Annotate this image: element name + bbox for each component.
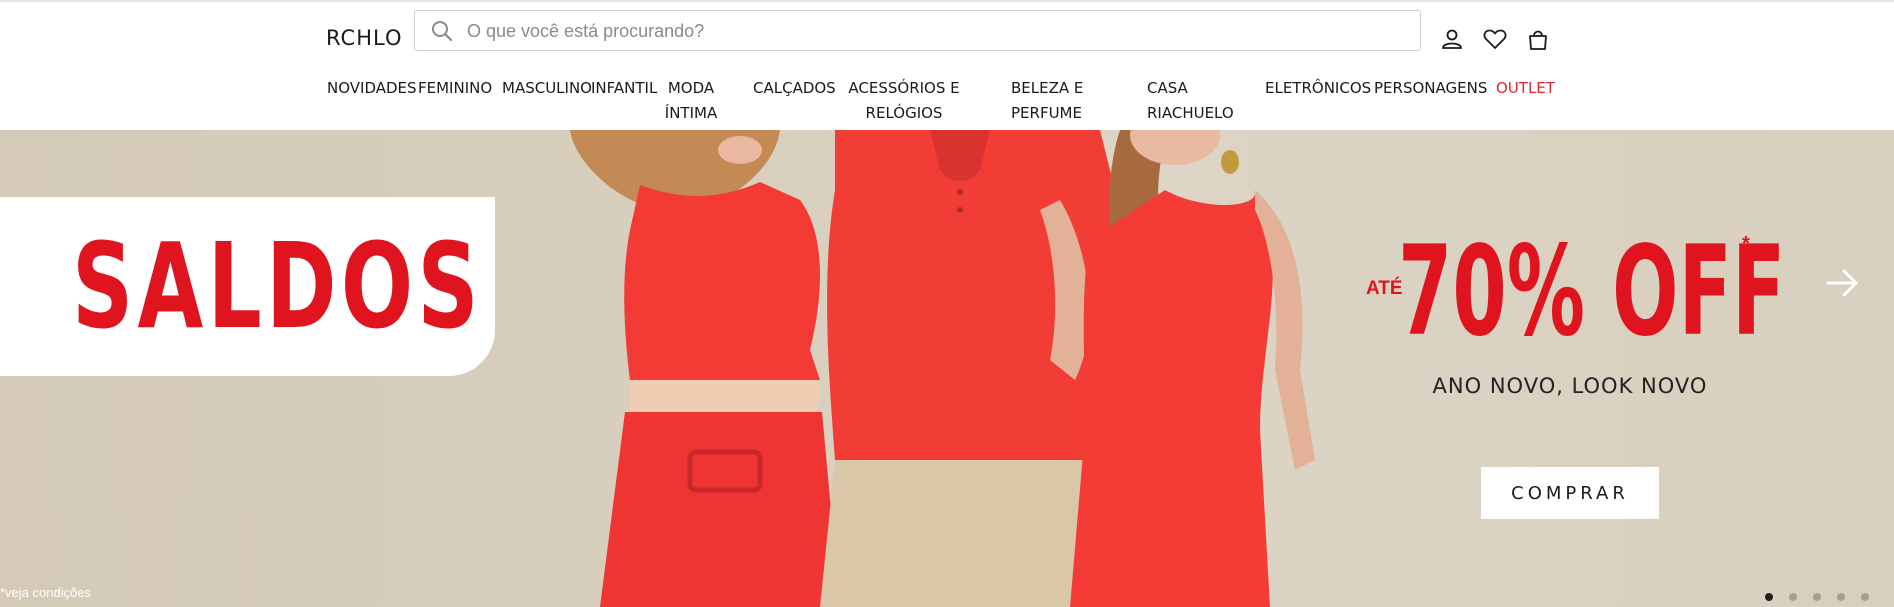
top-border [0, 0, 1894, 2]
heart-icon[interactable] [1483, 28, 1507, 50]
nav-item-acessorios-e-relogios[interactable]: ACESSÓRIOS E RELÓGIOS [840, 76, 968, 126]
carousel-dot[interactable] [1765, 593, 1773, 601]
main-nav: NOVIDADES FEMININO MASCULINO INFANTIL MO… [0, 76, 1894, 128]
carousel-dot[interactable] [1837, 593, 1845, 601]
search-icon[interactable] [431, 20, 453, 42]
carousel-dot[interactable] [1861, 593, 1869, 601]
nav-item-feminino[interactable]: FEMININO [418, 76, 492, 101]
nav-item-eletronicos[interactable]: ELETRÔNICOS [1265, 76, 1371, 101]
logo[interactable]: RCHLO [326, 26, 402, 50]
hero-banner[interactable]: SALDOS ATÉ 70% OFF * ANO NOVO, LOOK NOVO… [0, 130, 1894, 607]
carousel-dots [1765, 588, 1885, 606]
nav-item-outlet[interactable]: OUTLET [1496, 76, 1555, 101]
discount-text: 70% OFF [1398, 220, 1786, 364]
terms-link[interactable]: *veja condições [0, 585, 91, 600]
nav-item-calcados[interactable]: CALÇADOS [753, 76, 836, 101]
nav-item-moda-intima[interactable]: MODA ÍNTIMA [661, 76, 721, 126]
bag-icon[interactable] [1527, 28, 1549, 50]
nav-item-novidades[interactable]: NOVIDADES [327, 76, 417, 101]
next-slide-icon[interactable] [1826, 268, 1860, 298]
nav-item-casa-riachuelo[interactable]: CASA RIACHUELO [1147, 76, 1243, 126]
discount-asterisk: * [1742, 233, 1750, 255]
comprar-button[interactable]: COMPRAR [1481, 467, 1659, 519]
user-icon[interactable] [1441, 28, 1463, 50]
nav-item-personagens[interactable]: PERSONAGENS [1374, 76, 1487, 101]
carousel-dot[interactable] [1789, 593, 1797, 601]
search-bar[interactable] [414, 10, 1421, 52]
nav-item-infantil[interactable]: INFANTIL [591, 76, 657, 101]
nav-item-beleza-e-perfume[interactable]: BELEZA E PERFUME [1011, 76, 1093, 126]
nav-item-masculino[interactable]: MASCULINO [502, 76, 592, 101]
search-input[interactable] [465, 11, 1399, 52]
headline: SALDOS [72, 217, 483, 355]
carousel-dot[interactable] [1813, 593, 1821, 601]
tagline: ANO NOVO, LOOK NOVO [1432, 374, 1708, 398]
